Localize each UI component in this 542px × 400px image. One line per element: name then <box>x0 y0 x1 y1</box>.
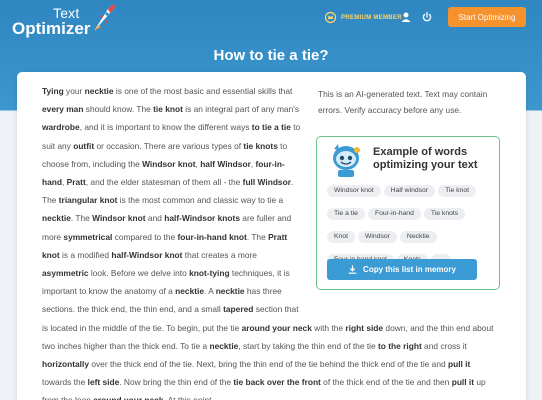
article-text-run: . A <box>204 286 216 297</box>
article-text: Tying your necktie is one of the most ba… <box>42 82 500 400</box>
rocket-logo-icon <box>94 4 115 31</box>
page-title: How to tie a tie? <box>213 47 329 64</box>
article-text-run: . The <box>246 231 269 242</box>
highlighted-keyword: every man <box>42 104 84 115</box>
highlighted-keyword: triangular knot <box>58 195 118 206</box>
article-text-run: , and it is important to know the differ… <box>79 122 252 133</box>
article-text-run: is an integral part of any man's <box>182 104 300 115</box>
highlighted-keyword: left side <box>87 377 120 388</box>
premium-member-badge[interactable]: PREMIUM MEMBER <box>325 11 402 24</box>
highlighted-keyword: right side <box>345 322 384 333</box>
highlighted-keyword: necktie <box>215 286 245 297</box>
highlighted-keyword: symmetrical <box>63 231 113 242</box>
highlighted-keyword: to tie a tie <box>251 122 291 133</box>
start-optimizing-button[interactable]: Start Optimizing <box>448 7 526 27</box>
article-text-run: compared to the <box>112 231 178 242</box>
article-text-run: . The <box>70 213 93 224</box>
article-text-run: should know. The <box>83 104 154 115</box>
article-text-run: is one of the most basic and essential s… <box>113 86 293 96</box>
text-optimizer-logo[interactable]: Text Optimizer <box>10 3 115 39</box>
article-text-run: , start by taking the thin end of the ti… <box>238 340 378 351</box>
highlighted-keyword: Windsor knot <box>92 213 146 224</box>
crown-icon <box>325 11 336 24</box>
highlighted-keyword: around your neck <box>241 322 312 333</box>
article-text-run: and cross it <box>421 340 467 351</box>
logo-text-line2: Optimizer <box>12 19 91 38</box>
highlighted-keyword: to the right <box>378 340 422 351</box>
highlighted-keyword: necktie <box>42 213 71 224</box>
article-text-run: that creates a more <box>182 249 257 260</box>
highlighted-keyword: half Windsor <box>200 158 251 169</box>
user-icon[interactable] <box>400 11 412 23</box>
article-text-run: of the thick end of the tie and then <box>320 377 452 388</box>
article-text-run: and <box>145 213 165 224</box>
article-text-run: or occasion. There are various types of <box>94 140 244 151</box>
article-text-run: your <box>63 86 85 96</box>
highlighted-keyword: tie knot <box>153 104 183 115</box>
highlighted-keyword: necktie <box>84 86 114 96</box>
highlighted-keyword: Pratt <box>66 177 86 188</box>
highlighted-keyword: around your neck <box>93 395 163 400</box>
highlighted-keyword: Windsor knot <box>142 158 196 169</box>
highlighted-keyword: horizontally <box>42 359 89 370</box>
highlighted-keyword: pull it <box>447 359 471 370</box>
highlighted-keyword: tie knots <box>243 140 278 151</box>
power-icon[interactable] <box>421 11 433 23</box>
highlighted-keyword: wardrobe <box>42 122 80 133</box>
highlighted-keyword: full Windsor <box>242 177 291 188</box>
highlighted-keyword: tapered <box>223 304 254 315</box>
top-bar: Text Optimizer PREMIUM MEMBER Start Opti… <box>0 0 542 40</box>
highlighted-keyword: outfit <box>73 140 95 151</box>
premium-label: PREMIUM MEMBER <box>341 14 402 21</box>
article-text-run: towards the <box>42 377 88 388</box>
article-text-run: with the <box>311 322 346 333</box>
highlighted-keyword: necktie <box>175 286 205 297</box>
article-text-run: . Now bring the thin end of the <box>119 377 234 388</box>
highlighted-keyword: asymmetric <box>42 268 89 279</box>
highlighted-keyword: knot-tying <box>189 268 230 279</box>
article-text-run: . At this point, <box>164 395 214 400</box>
article-text-run: , and the elder statesman of them all - … <box>85 177 243 188</box>
highlighted-keyword: necktie <box>209 340 239 351</box>
highlighted-keyword: Tying <box>42 86 64 96</box>
article-text-run: is the most common and classic way to ti… <box>117 195 284 206</box>
highlighted-keyword: tie back over the front <box>233 377 321 388</box>
article-text-run: over the thick end of the tie. Next, bri… <box>89 359 448 370</box>
highlighted-keyword: four-in-hand knot <box>177 231 247 242</box>
article-text-run: look. Before we delve into <box>88 268 190 279</box>
highlighted-keyword: half-Windsor knot <box>111 249 183 260</box>
article-text-run: is a modified <box>59 249 112 260</box>
highlighted-keyword: half-Windsor knots <box>164 213 240 224</box>
highlighted-keyword: pull it <box>451 377 475 388</box>
